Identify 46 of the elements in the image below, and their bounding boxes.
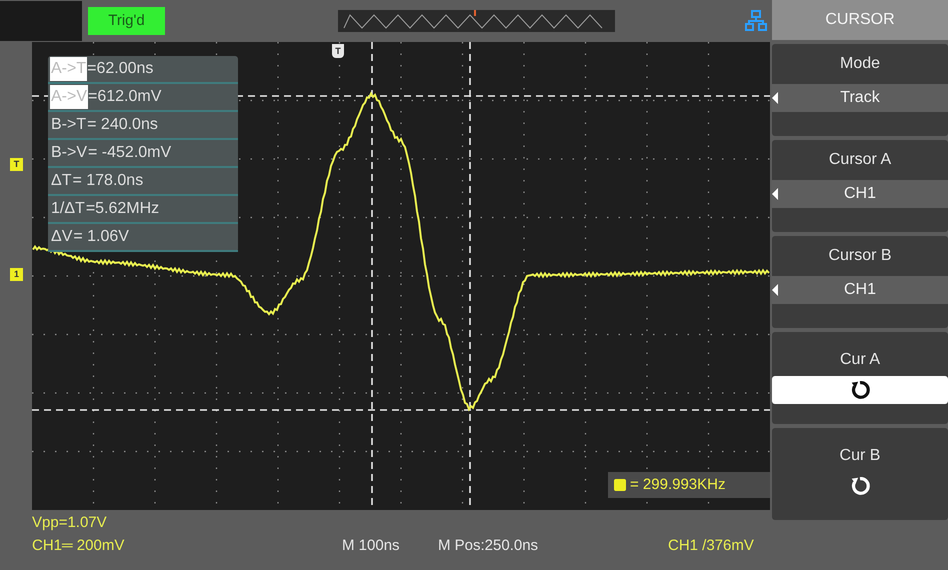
readout-label: ΔV bbox=[50, 227, 74, 247]
readout-value: =612.0mV bbox=[88, 87, 162, 107]
timebase: M 100ns bbox=[342, 536, 401, 556]
menu-option[interactable]: Cur B bbox=[772, 428, 948, 520]
menu-option[interactable]: Cursor B CH1 bbox=[772, 236, 948, 328]
vpp-measurement: Vpp=1.07V bbox=[32, 513, 107, 533]
knob-selector[interactable] bbox=[772, 376, 948, 404]
readout-label: A->T bbox=[50, 57, 88, 81]
option-label: Cur B bbox=[838, 446, 882, 466]
channel-icon bbox=[614, 479, 626, 491]
readout-value: = 178.0ns bbox=[72, 171, 144, 191]
readout-label: A->V bbox=[50, 85, 88, 109]
channel-scale: CH1═ 200mV bbox=[32, 536, 126, 556]
option-value: CH1 bbox=[842, 184, 877, 204]
option-value: CH1 bbox=[842, 280, 877, 300]
rotate-icon bbox=[849, 475, 871, 497]
pointer-icon bbox=[772, 92, 778, 104]
rotate-icon bbox=[849, 379, 871, 401]
network-icon bbox=[745, 10, 767, 32]
readout-label: B->V bbox=[50, 143, 88, 163]
option-label: Cur A bbox=[838, 350, 881, 370]
readout-value: =62.00ns bbox=[87, 59, 154, 79]
trigger-level-marker: T bbox=[10, 158, 23, 171]
trigger-setting: CH1 /376mV bbox=[668, 536, 754, 556]
option-label: Cursor A bbox=[828, 150, 892, 170]
menu-option[interactable]: Mode Track bbox=[772, 44, 948, 136]
readout-label: 1/ΔT bbox=[50, 199, 86, 219]
option-value: Track bbox=[839, 88, 881, 108]
option-label: Mode bbox=[838, 54, 882, 74]
trigger-status: Trig'd bbox=[88, 7, 165, 35]
readout-value: = 240.0ns bbox=[87, 115, 158, 135]
menu-option[interactable]: Cursor A CH1 bbox=[772, 140, 948, 232]
trigger-position-marker: T bbox=[332, 44, 344, 58]
pointer-icon bbox=[772, 188, 778, 200]
option-label: Cursor B bbox=[827, 246, 893, 266]
readout-value: = 1.06V bbox=[73, 227, 129, 247]
readout-value: =5.62MHz bbox=[86, 199, 160, 219]
channel-marker: 1 bbox=[10, 268, 23, 281]
pointer-icon bbox=[772, 284, 778, 296]
frequency-value: = 299.993KHz bbox=[630, 474, 726, 495]
menu-title: CURSOR bbox=[772, 0, 948, 40]
readout-value: = -452.0mV bbox=[88, 143, 172, 163]
menu-option[interactable]: Cur A bbox=[772, 332, 948, 424]
readout-label: B->T bbox=[50, 115, 88, 135]
horizontal-position: M Pos:250.0ns bbox=[438, 536, 540, 556]
readout-label: ΔT bbox=[50, 171, 72, 191]
